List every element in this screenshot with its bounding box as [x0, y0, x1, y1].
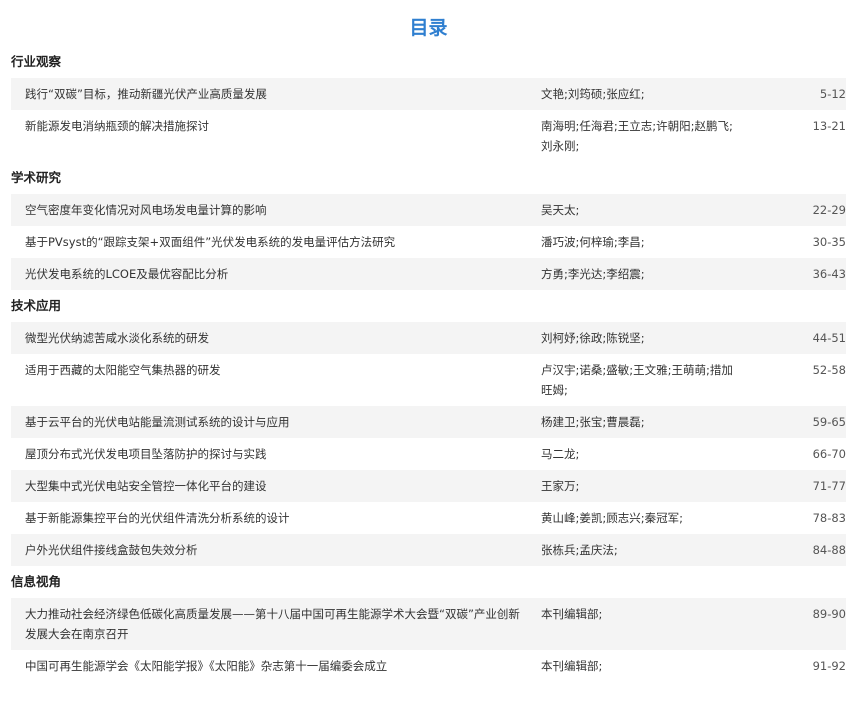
section-heading: 行业观察 — [11, 54, 62, 69]
article-row[interactable]: 屋顶分布式光伏发电项目坠落防护的探讨与实践 马二龙; 66-70 — [11, 438, 846, 470]
article-row[interactable]: 基于云平台的光伏电站能量流测试系统的设计与应用 杨建卫;张宝;曹晨磊; 59-65 — [11, 406, 846, 438]
article-pages: 66-70 — [812, 447, 846, 461]
article-title-link[interactable]: 基于云平台的光伏电站能量流测试系统的设计与应用 — [25, 412, 541, 432]
article-title-link[interactable]: 大型集中式光伏电站安全管控一体化平台的建设 — [25, 476, 541, 496]
article-authors: 文艳;刘筠硕;张应红; — [541, 87, 645, 101]
article-authors: 方勇;李光达;李绍震; — [541, 267, 645, 281]
article-row[interactable]: 基于PVsyst的“跟踪支架+双面组件”光伏发电系统的发电量评估方法研究 潘巧波;… — [11, 226, 846, 258]
toc-page: 目录 行业观察践行“双碳”目标，推动新疆光伏产业高质量发展 文艳;刘筠硕;张应红;… — [0, 0, 859, 723]
article-pages: 22-29 — [812, 203, 846, 217]
article-pages: 13-21 — [812, 119, 846, 133]
article-authors: 杨建卫;张宝;曹晨磊; — [541, 415, 645, 429]
article-pages: 5-12 — [819, 87, 846, 101]
article-row[interactable]: 微型光伏纳滤苦咸水淡化系统的研发 刘柯妤;徐政;陈锐坚; 44-51 — [11, 322, 846, 354]
article-pages: 71-77 — [812, 479, 846, 493]
article-authors: 马二龙; — [541, 447, 580, 461]
article-title-link[interactable]: 新能源发电消纳瓶颈的解决措施探讨 — [25, 116, 541, 136]
article-title-link[interactable]: 屋顶分布式光伏发电项目坠落防护的探讨与实践 — [25, 444, 541, 464]
article-authors: 卢汉宇;诺桑;盛敏;王文雅;王萌萌;措加旺姆; — [541, 363, 733, 397]
article-authors: 本刊编辑部; — [541, 659, 603, 673]
article-pages: 59-65 — [812, 415, 846, 429]
article-row[interactable]: 大型集中式光伏电站安全管控一体化平台的建设 王家万; 71-77 — [11, 470, 846, 502]
page-title: 目录 — [409, 17, 448, 39]
article-row[interactable]: 践行“双碳”目标，推动新疆光伏产业高质量发展 文艳;刘筠硕;张应红; 5-12 — [11, 78, 846, 110]
article-title-link[interactable]: 中国可再生能源学会《太阳能学报》《太阳能》杂志第十一届编委会成立 — [25, 656, 541, 676]
section-heading: 学术研究 — [11, 170, 62, 185]
article-title-link[interactable]: 大力推动社会经济绿色低碳化高质量发展——第十八届中国可再生能源学术大会暨“双碳”… — [25, 604, 541, 644]
article-pages: 78-83 — [812, 511, 846, 525]
article-pages: 44-51 — [812, 331, 846, 345]
section-heading: 信息视角 — [11, 574, 62, 589]
article-row[interactable]: 适用于西藏的太阳能空气集热器的研发 卢汉宇;诺桑;盛敏;王文雅;王萌萌;措加旺姆;… — [11, 354, 846, 406]
section-heading: 技术应用 — [11, 298, 62, 313]
article-title-link[interactable]: 基于PVsyst的“跟踪支架+双面组件”光伏发电系统的发电量评估方法研究 — [25, 232, 541, 252]
article-pages: 84-88 — [812, 543, 846, 557]
article-pages: 30-35 — [812, 235, 846, 249]
article-pages: 36-43 — [812, 267, 846, 281]
article-row[interactable]: 光伏发电系统的LCOE及最优容配比分析 方勇;李光达;李绍震; 36-43 — [11, 258, 846, 290]
article-pages: 52-58 — [812, 363, 846, 377]
article-title-link[interactable]: 户外光伏组件接线盒鼓包失效分析 — [25, 540, 541, 560]
article-title-link[interactable]: 光伏发电系统的LCOE及最优容配比分析 — [25, 264, 541, 284]
article-authors: 吴天太; — [541, 203, 580, 217]
article-authors: 张栋兵;孟庆法; — [541, 543, 618, 557]
article-authors: 王家万; — [541, 479, 580, 493]
article-authors: 刘柯妤;徐政;陈锐坚; — [541, 331, 645, 345]
toc-list: 行业观察践行“双碳”目标，推动新疆光伏产业高质量发展 文艳;刘筠硕;张应红; 5-1… — [11, 46, 846, 682]
article-title-link[interactable]: 践行“双碳”目标，推动新疆光伏产业高质量发展 — [25, 84, 541, 104]
article-row[interactable]: 空气密度年变化情况对风电场发电量计算的影响 吴天太; 22-29 — [11, 194, 846, 226]
article-authors: 黄山峰;姜凯;顾志兴;秦冠军; — [541, 511, 683, 525]
article-title-link[interactable]: 空气密度年变化情况对风电场发电量计算的影响 — [25, 200, 541, 220]
article-pages: 89-90 — [812, 607, 846, 621]
article-row[interactable]: 中国可再生能源学会《太阳能学报》《太阳能》杂志第十一届编委会成立 本刊编辑部; 91… — [11, 650, 846, 682]
article-title-link[interactable]: 基于新能源集控平台的光伏组件清洗分析系统的设计 — [25, 508, 541, 528]
article-row[interactable]: 新能源发电消纳瓶颈的解决措施探讨 南海明;任海君;王立志;许朝阳;赵鹏飞;刘永刚;… — [11, 110, 846, 162]
article-title-link[interactable]: 适用于西藏的太阳能空气集热器的研发 — [25, 360, 541, 380]
article-title-link[interactable]: 微型光伏纳滤苦咸水淡化系统的研发 — [25, 328, 541, 348]
article-row[interactable]: 户外光伏组件接线盒鼓包失效分析 张栋兵;孟庆法; 84-88 — [11, 534, 846, 566]
article-authors: 潘巧波;何梓瑜;李昌; — [541, 235, 645, 249]
article-row[interactable]: 大力推动社会经济绿色低碳化高质量发展——第十八届中国可再生能源学术大会暨“双碳”… — [11, 598, 846, 650]
article-row[interactable]: 基于新能源集控平台的光伏组件清洗分析系统的设计 黄山峰;姜凯;顾志兴;秦冠军; 78… — [11, 502, 846, 534]
article-authors: 本刊编辑部; — [541, 607, 603, 621]
article-pages: 91-92 — [812, 659, 846, 673]
article-authors: 南海明;任海君;王立志;许朝阳;赵鹏飞;刘永刚; — [541, 119, 733, 153]
